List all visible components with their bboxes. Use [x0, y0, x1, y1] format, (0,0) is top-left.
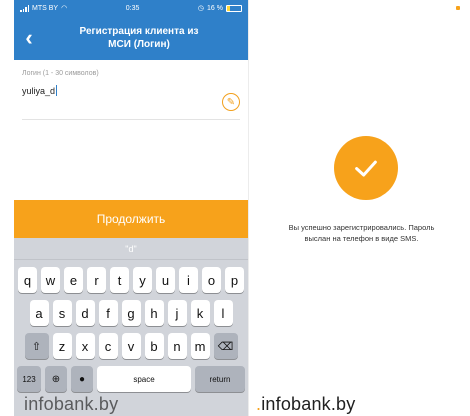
key-l[interactable]: l	[213, 300, 233, 326]
backspace-icon[interactable]: ⌫	[213, 333, 238, 359]
microphone-icon[interactable]: ●	[71, 366, 93, 392]
key-o[interactable]: o	[202, 267, 221, 293]
key-e[interactable]: e	[64, 267, 83, 293]
key-a[interactable]: a	[29, 300, 49, 326]
page-title: Регистрация клиента из МСИ (Логин)	[79, 26, 199, 50]
watermark-left: infobank.by	[24, 394, 119, 414]
pencil-icon[interactable]: ✎	[222, 93, 240, 111]
alarm-icon: ◷	[197, 5, 205, 12]
status-bar: MTS BY ◠ 0:35 ◷ 16 %	[14, 0, 248, 16]
wifi-icon: ◠	[61, 5, 68, 12]
battery-percent: 16 %	[207, 4, 223, 12]
suggestion-item[interactable]: "d"	[14, 244, 248, 254]
return-key[interactable]: return	[195, 366, 245, 392]
key-d[interactable]: d	[75, 300, 95, 326]
text-caret	[56, 85, 58, 96]
key-r[interactable]: r	[87, 267, 106, 293]
key-z[interactable]: z	[52, 333, 72, 359]
key-q[interactable]: q	[18, 267, 37, 293]
key-h[interactable]: h	[144, 300, 164, 326]
key-v[interactable]: v	[121, 333, 141, 359]
keyboard-row-3: ⇧ z x c v b n m ⌫	[14, 333, 248, 359]
field-divider	[22, 119, 240, 120]
continue-button[interactable]: Продолжить	[14, 200, 248, 238]
key-j[interactable]: j	[167, 300, 187, 326]
key-c[interactable]: c	[98, 333, 118, 359]
battery-icon	[226, 4, 242, 12]
registration-success-screen: Вы успешно зарегистрировались. Пароль вы…	[249, 0, 470, 416]
numbers-key[interactable]: 123	[17, 366, 41, 392]
watermark-right: .infobank.by	[256, 394, 356, 414]
keyboard-row-bottom: 123 ⊕ ● space return	[14, 366, 248, 392]
key-t[interactable]: t	[110, 267, 129, 293]
shift-icon[interactable]: ⇧	[24, 333, 49, 359]
key-y[interactable]: y	[133, 267, 152, 293]
chevron-left-icon[interactable]: ‹	[14, 16, 44, 60]
key-s[interactable]: s	[52, 300, 72, 326]
key-b[interactable]: b	[144, 333, 164, 359]
key-k[interactable]: k	[190, 300, 210, 326]
login-registration-screen: MTS BY ◠ 0:35 ◷ 16 % ‹ Регистрация клиен…	[14, 0, 248, 416]
navigation-bar: ‹ Регистрация клиента из МСИ (Логин)	[14, 16, 248, 60]
key-x[interactable]: x	[75, 333, 95, 359]
key-f[interactable]: f	[98, 300, 118, 326]
login-input[interactable]: yuliya_d	[22, 85, 58, 96]
carrier-label: MTS BY	[32, 4, 59, 12]
status-indicator	[456, 6, 460, 10]
globe-icon[interactable]: ⊕	[45, 366, 67, 392]
key-u[interactable]: u	[156, 267, 175, 293]
success-message: Вы успешно зарегистрировались. Пароль вы…	[288, 223, 435, 243]
key-g[interactable]: g	[121, 300, 141, 326]
key-n[interactable]: n	[167, 333, 187, 359]
keyboard-row-2: a s d f g h j k l	[14, 300, 248, 326]
key-w[interactable]: w	[41, 267, 60, 293]
onscreen-keyboard: "d" q w e r t y u i o p a s d f g h j k …	[14, 238, 248, 416]
key-i[interactable]: i	[179, 267, 198, 293]
login-field-label: Логин (1 - 30 символов)	[22, 70, 99, 77]
clock: 0:35	[125, 4, 140, 12]
signal-icon	[20, 4, 29, 12]
checkmark-icon	[334, 136, 398, 200]
space-key[interactable]: space	[97, 366, 191, 392]
keyboard-row-1: q w e r t y u i o p	[14, 267, 248, 293]
login-input-value: yuliya_d	[22, 85, 56, 96]
key-p[interactable]: p	[225, 267, 244, 293]
login-field[interactable]: Логин (1 - 30 символов) yuliya_d ✎	[14, 60, 248, 120]
key-m[interactable]: m	[190, 333, 210, 359]
suggestion-bar: "d"	[14, 238, 248, 260]
